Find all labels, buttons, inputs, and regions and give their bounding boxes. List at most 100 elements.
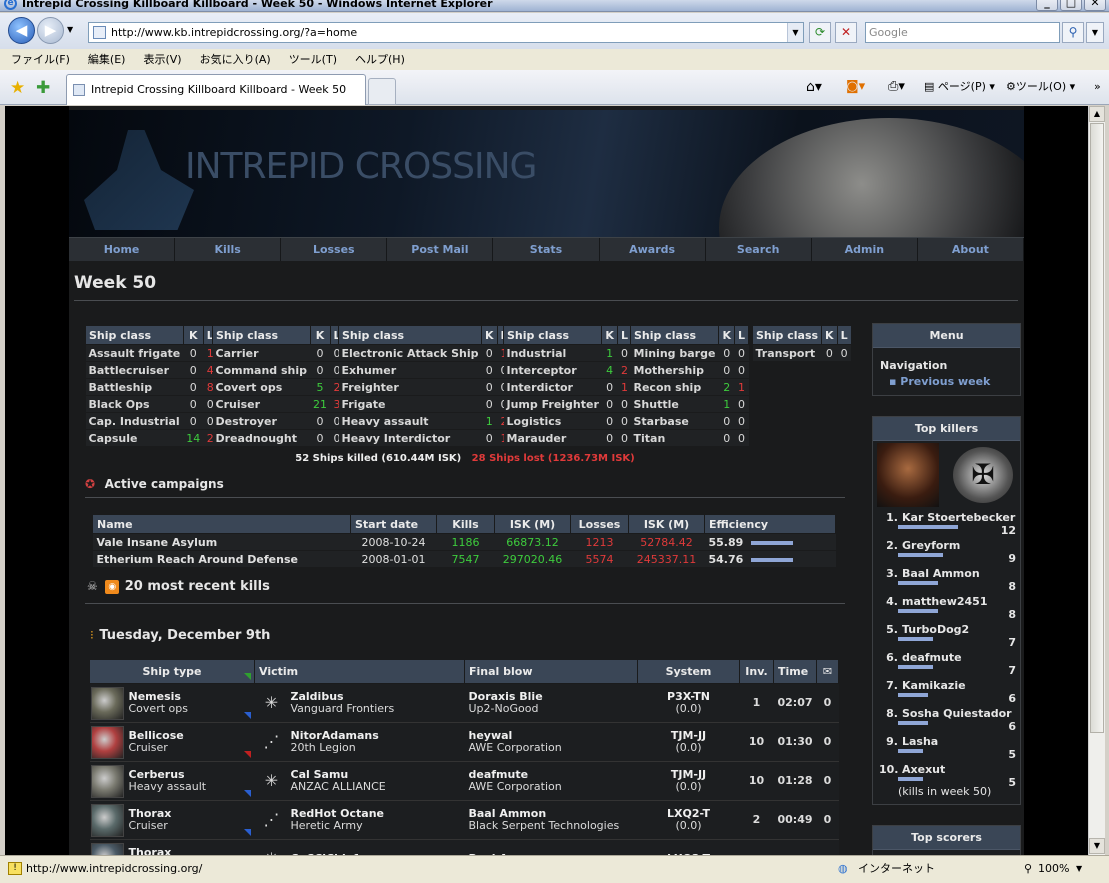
system-cell[interactable]: TJM-JJ (0.0): [637, 722, 740, 762]
ship-class-name[interactable]: Starbase: [630, 412, 719, 430]
ship-class-name[interactable]: Transport: [752, 344, 822, 362]
final-blow-cell[interactable]: Baal Ammon Black Serpent Technologies: [464, 800, 638, 840]
kill-row[interactable]: Nemesis Covert ops ✳ Zaldibus Vanguard Front…: [89, 672, 839, 723]
ship-class-name[interactable]: Mining barge: [630, 344, 719, 362]
nav-kills[interactable]: Kills: [175, 238, 282, 261]
page-menu[interactable]: ▤ ページ(P) ▾: [924, 78, 995, 96]
history-dropdown-icon[interactable]: ▼: [67, 25, 73, 34]
stop-button[interactable]: ✕: [835, 22, 857, 43]
killer-name[interactable]: Axexut: [902, 763, 945, 776]
top-killer-item[interactable]: 2. Greyform 9: [873, 539, 1020, 567]
ship-class-name[interactable]: Black Ops: [85, 395, 184, 413]
ship-cell[interactable]: ThoraxCruiser: [89, 828, 255, 855]
ship-class-name[interactable]: Covert ops: [212, 378, 311, 396]
top-killer-item[interactable]: 8. Sosha Quiestador 6: [873, 707, 1020, 735]
ship-class-name[interactable]: Battleship: [85, 378, 184, 396]
previous-week-link[interactable]: ▪ Previous week: [873, 372, 1020, 388]
ship-class-name[interactable]: Carrier: [212, 344, 311, 362]
zoom-icon[interactable]: ⚲: [1024, 857, 1032, 881]
maximize-button[interactable]: □: [1060, 0, 1082, 11]
ship-class-name[interactable]: Destroyer: [212, 412, 311, 430]
campaign-name[interactable]: Vale Insane Asylum: [92, 533, 351, 551]
victim-cell[interactable]: ⋰ RedHot Octane Heretic Army: [254, 800, 465, 840]
nav-awards[interactable]: Awards: [600, 238, 706, 261]
ship-cell[interactable]: Bellicose Cruiser: [89, 711, 255, 762]
nav-about[interactable]: About: [918, 238, 1024, 261]
ship-class-name[interactable]: Electronic Attack Ship: [338, 344, 482, 362]
address-bar[interactable]: http://www.kb.intrepidcrossing.org/?a=ho…: [88, 22, 804, 43]
top-killer-item[interactable]: 10. Axexut 5: [873, 763, 1020, 791]
menu-file[interactable]: ファイル(F): [0, 49, 77, 70]
ship-class-name[interactable]: Industrial: [503, 344, 602, 362]
tab-active[interactable]: Intrepid Crossing Killboard Killboard - …: [66, 74, 366, 105]
victim-corp[interactable]: Vanguard Frontiers: [291, 702, 395, 715]
victim-cell[interactable]: ✳CoCCiChief: [254, 839, 465, 855]
ship-class-name[interactable]: Battlecruiser: [85, 361, 184, 379]
killer-name[interactable]: Kamikazie: [902, 679, 966, 692]
campaign-row[interactable]: Vale Insane Asylum 2008-10-24 1186 66873.12…: [92, 533, 836, 551]
victim-cell[interactable]: ⋰ NitorAdamans 20th Legion: [254, 722, 465, 762]
ship-class-name[interactable]: Capsule: [85, 429, 184, 447]
home-icon[interactable]: ⌂▾: [806, 78, 822, 96]
victim-corp[interactable]: ANZAC ALLIANCE: [291, 780, 386, 793]
top-killer-item[interactable]: 7. Kamikazie 6: [873, 679, 1020, 707]
final-blow-corp[interactable]: Black Serpent Technologies: [469, 819, 620, 832]
campaign-name[interactable]: Etherium Reach Around Defense: [92, 550, 351, 568]
search-input[interactable]: Google: [865, 22, 1060, 43]
ship-class-name[interactable]: Heavy Interdictor: [338, 429, 482, 447]
killer-name[interactable]: Kar Stoertebecker: [902, 511, 1015, 524]
ship-class-name[interactable]: Titan: [630, 429, 719, 447]
system-cell[interactable]: P3X-TN (0.0): [637, 683, 740, 723]
ship-class-name[interactable]: Interdictor: [503, 378, 602, 396]
top-killer-item[interactable]: 9. Lasha 5: [873, 735, 1020, 763]
killer-name[interactable]: Sosha Quiestador: [902, 707, 1012, 720]
killer-name[interactable]: Greyform: [902, 539, 960, 552]
ship-class-name[interactable]: Heavy assault: [338, 412, 482, 430]
ship-class-name[interactable]: Marauder: [503, 429, 602, 447]
ship-class-name[interactable]: Command ship: [212, 361, 311, 379]
kill-row[interactable]: Cerberus Heavy assault ✳ Cal Samu ANZAC ALLI…: [89, 750, 839, 801]
rss-icon[interactable]: ◉: [105, 580, 120, 594]
ship-icon[interactable]: [90, 764, 124, 798]
final-blow-cell[interactable]: heywal AWE Corporation: [464, 722, 638, 762]
final-blow-corp[interactable]: AWE Corporation: [469, 741, 562, 754]
add-favorite-icon[interactable]: ✚: [36, 78, 50, 98]
ship-icon[interactable]: [90, 842, 124, 855]
killer-name[interactable]: Baal Ammon: [902, 567, 980, 580]
kill-row[interactable]: Bellicose Cruiser ⋰ NitorAdamans 20th Legion…: [89, 711, 839, 762]
ship-class-name[interactable]: Dreadnought: [212, 429, 311, 447]
ship-cell[interactable]: Nemesis Covert ops: [89, 672, 255, 723]
ship-class-name[interactable]: Logistics: [503, 412, 602, 430]
kill-row[interactable]: Thorax Cruiser ⋰ RedHot Octane Heretic Army B…: [89, 789, 839, 840]
ship-class-name[interactable]: Exhumer: [338, 361, 482, 379]
ship-icon[interactable]: [90, 803, 124, 837]
final-blow-cell[interactable]: Doraxis Blie Up2-NoGood: [464, 683, 638, 723]
ship-class-name[interactable]: Frigate: [338, 395, 482, 413]
nav-home[interactable]: Home: [69, 238, 176, 261]
top-killer-item[interactable]: 4. matthew2451 8: [873, 595, 1020, 623]
ship-cell[interactable]: Cerberus Heavy assault: [89, 750, 255, 801]
top-killer-item[interactable]: 6. deafmute 7: [873, 651, 1020, 679]
final-blow-corp[interactable]: Up2-NoGood: [469, 702, 539, 715]
final-blow-corp[interactable]: AWE Corporation: [469, 780, 562, 793]
nav-search[interactable]: Search: [706, 238, 812, 261]
ship-icon[interactable]: [90, 686, 124, 720]
top-killer-item[interactable]: 1. Kar Stoertebecker 12: [873, 511, 1020, 539]
ship-icon[interactable]: [90, 725, 124, 759]
menu-help[interactable]: ヘルプ(H): [344, 49, 412, 70]
ship-class-name[interactable]: Cap. Industrial: [85, 412, 184, 430]
menu-favorites[interactable]: お気に入り(A): [189, 49, 278, 70]
system-cell[interactable]: LXQ2-T: [637, 839, 740, 855]
kill-row[interactable]: ThoraxCruiser ✳CoCCiChiefBaal AmmonLXQ2-T: [89, 828, 839, 855]
victim-cell[interactable]: ✳ Cal Samu ANZAC ALLIANCE: [254, 761, 465, 801]
forward-button[interactable]: ▶: [37, 17, 64, 44]
menu-tools[interactable]: ツール(T): [278, 49, 344, 70]
ship-class-name[interactable]: Cruiser: [212, 395, 311, 413]
ship-class-name[interactable]: Mothership: [630, 361, 719, 379]
vertical-scrollbar[interactable]: ▲ ▼: [1088, 106, 1105, 855]
ship-class-name[interactable]: Freighter: [338, 378, 482, 396]
ship-class-name[interactable]: Jump Freighter: [503, 395, 602, 413]
killer-name[interactable]: matthew2451: [902, 595, 987, 608]
zoom-dropdown-icon[interactable]: ▼: [1076, 857, 1082, 881]
victim-cell[interactable]: ✳ Zaldibus Vanguard Frontiers: [254, 683, 465, 723]
